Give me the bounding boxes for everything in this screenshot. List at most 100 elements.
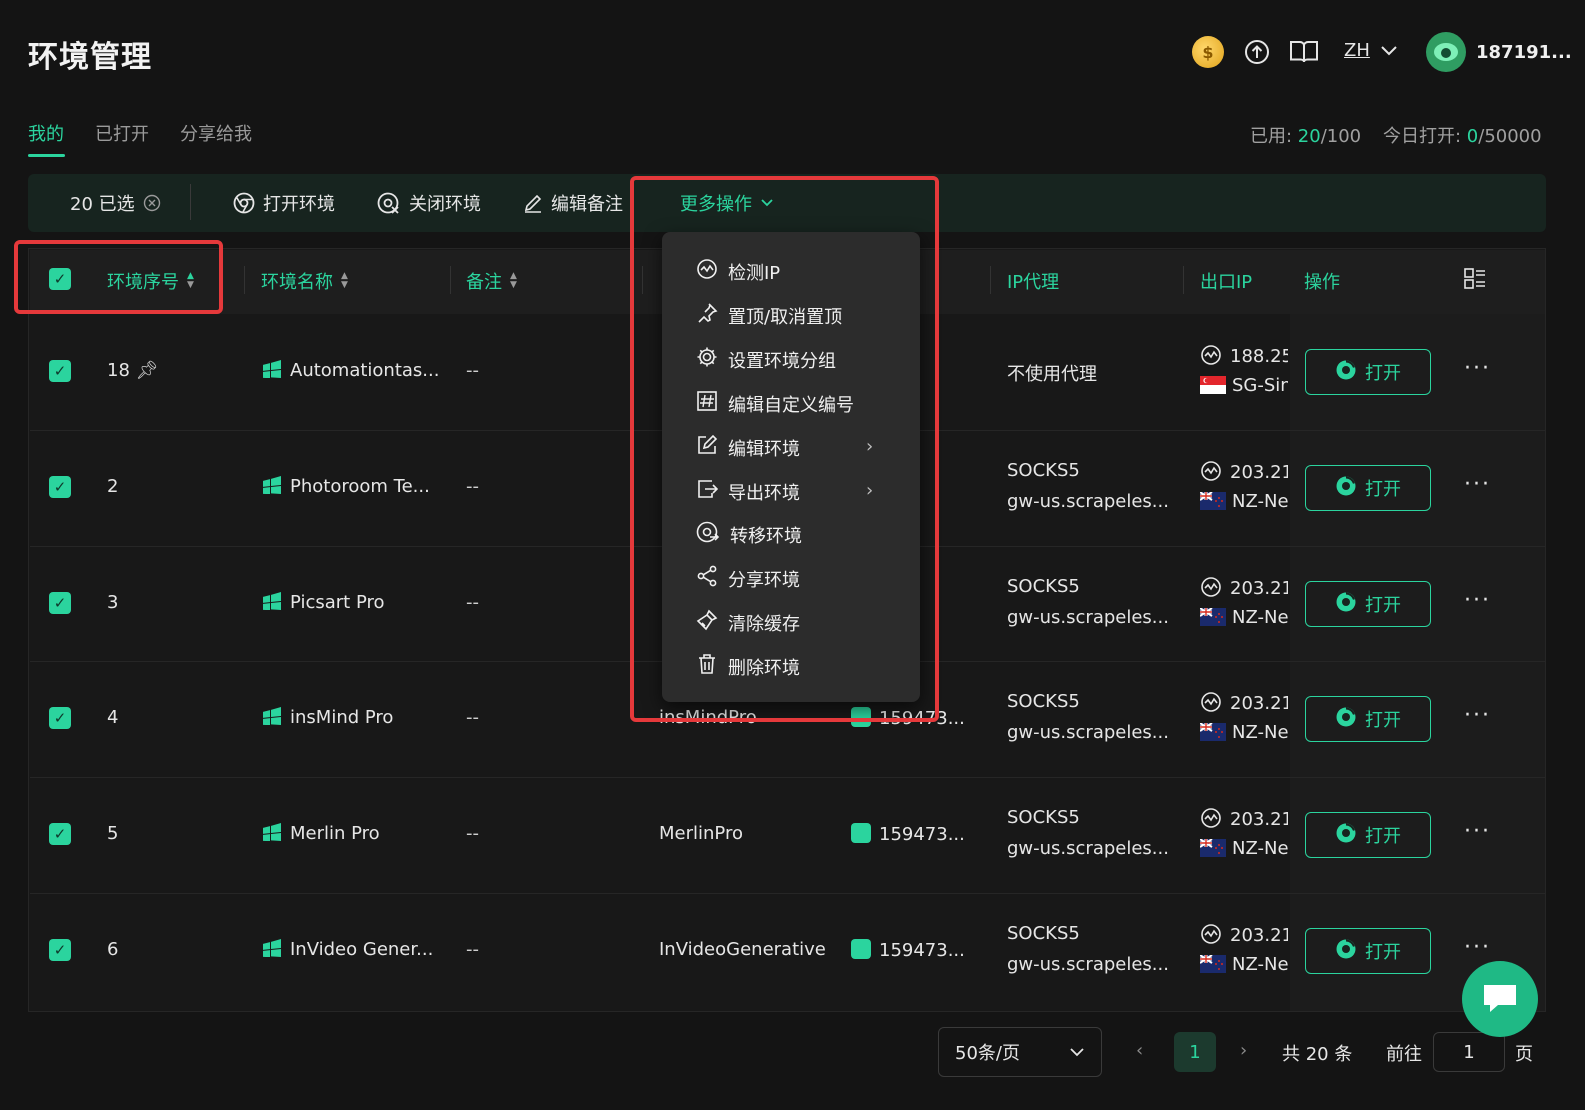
row-name[interactable]: Automationtas... bbox=[262, 360, 439, 381]
column-divider bbox=[244, 266, 245, 294]
edit-note-button[interactable]: 编辑备注 bbox=[523, 190, 623, 216]
sort-icon[interactable]: ▲ ▼ bbox=[510, 272, 517, 290]
row-group-text: 159473... bbox=[879, 824, 965, 845]
upload-icon[interactable] bbox=[1241, 36, 1273, 68]
tab-opened[interactable]: 已打开 bbox=[95, 120, 149, 146]
chat-support-button[interactable] bbox=[1462, 961, 1538, 1037]
open-button-label: 打开 bbox=[1365, 942, 1401, 963]
row-divider bbox=[30, 777, 1545, 778]
row-seq: 18 📌︎ bbox=[107, 360, 159, 381]
row-exit-ip[interactable]: 203.21 bbox=[1200, 691, 1288, 714]
username[interactable]: 187191... bbox=[1476, 42, 1572, 63]
browser-icon bbox=[1335, 475, 1357, 502]
clear-selection-icon[interactable] bbox=[143, 194, 161, 212]
usage-today: 今日打开: 0/50000 bbox=[1383, 122, 1542, 148]
highlight-seq-header bbox=[14, 240, 223, 314]
sort-icon[interactable]: ▲ ▼ bbox=[341, 272, 348, 290]
row-name[interactable]: insMind Pro bbox=[262, 707, 393, 728]
open-button-label: 打开 bbox=[1365, 363, 1401, 384]
goto-page-input[interactable]: 1 bbox=[1433, 1032, 1505, 1072]
row-name[interactable]: Photoroom Te... bbox=[262, 476, 430, 497]
chrome-icon bbox=[233, 192, 255, 214]
open-env-button[interactable]: 打开环境 bbox=[233, 190, 335, 216]
nz-flag-icon bbox=[1200, 607, 1232, 628]
open-button[interactable]: 打开 bbox=[1305, 812, 1431, 858]
row-exit-ip-text: 203.21 bbox=[1230, 925, 1288, 946]
column-exit-ip: 出口IP bbox=[1200, 268, 1252, 294]
row-exit-ip[interactable]: 203.21 bbox=[1200, 460, 1288, 483]
language-selector[interactable]: ZH bbox=[1344, 40, 1398, 61]
usage-today-value: 0 bbox=[1466, 126, 1479, 147]
close-browser-icon bbox=[377, 192, 399, 214]
row-name[interactable]: Merlin Pro bbox=[262, 823, 380, 844]
row-checkbox[interactable]: ✓ bbox=[49, 707, 71, 729]
more-options-icon[interactable]: ··· bbox=[1464, 472, 1491, 497]
column-ip-proxy-label: IP代理 bbox=[1007, 272, 1060, 293]
row-seq-value: 2 bbox=[107, 476, 119, 497]
column-divider bbox=[990, 266, 991, 294]
more-options-icon[interactable]: ··· bbox=[1464, 935, 1491, 960]
row-exit-ip[interactable]: 203.21 bbox=[1200, 807, 1288, 830]
usage-today-label: 今日打开: bbox=[1383, 126, 1467, 147]
open-button[interactable]: 打开 bbox=[1305, 581, 1431, 627]
row-seq: 3 bbox=[107, 592, 118, 613]
row-proxy-type: SOCKS5 bbox=[1007, 460, 1080, 481]
column-settings-icon[interactable] bbox=[1464, 268, 1486, 294]
tab-shared-with-me[interactable]: 分享给我 bbox=[180, 120, 252, 146]
windows-icon bbox=[262, 707, 290, 728]
open-button[interactable]: 打开 bbox=[1305, 696, 1431, 742]
row-name[interactable]: Picsart Pro bbox=[262, 592, 385, 613]
row-seq: 2 bbox=[107, 476, 118, 497]
row-checkbox[interactable]: ✓ bbox=[49, 823, 71, 845]
row-group: 159473... bbox=[851, 823, 965, 845]
more-options-icon[interactable]: ··· bbox=[1464, 819, 1491, 844]
page-size-select[interactable]: 50条/页 bbox=[938, 1027, 1102, 1077]
row-exit-ip-text: 203.21 bbox=[1230, 693, 1288, 714]
more-options-icon[interactable]: ··· bbox=[1464, 703, 1491, 728]
avatar[interactable] bbox=[1426, 32, 1466, 72]
page-size-label: 50条/页 bbox=[955, 1043, 1020, 1064]
chevron-down-icon bbox=[1381, 45, 1397, 55]
column-name[interactable]: 环境名称 ▲ ▼ bbox=[261, 268, 348, 294]
more-options-icon[interactable]: ··· bbox=[1464, 588, 1491, 613]
row-exit-ip-text: 188.25 bbox=[1230, 346, 1288, 367]
open-button[interactable]: 打开 bbox=[1305, 928, 1431, 974]
browser-icon bbox=[1335, 706, 1357, 733]
row-exit-region-text: NZ-Ne bbox=[1232, 722, 1288, 743]
row-proxy-host: gw-us.scrapeles... bbox=[1007, 491, 1169, 512]
book-icon[interactable] bbox=[1288, 36, 1320, 68]
row-checkbox[interactable]: ✓ bbox=[49, 360, 71, 382]
row-name-text: Photoroom Te... bbox=[290, 476, 430, 497]
row-exit-ip[interactable]: 203.21 bbox=[1200, 576, 1288, 599]
column-note[interactable]: 备注 ▲ ▼ bbox=[466, 268, 517, 294]
prev-page-icon[interactable]: ‹ bbox=[1136, 1040, 1143, 1061]
next-page-icon[interactable]: › bbox=[1240, 1040, 1247, 1061]
usage-used-value: 20 bbox=[1297, 126, 1321, 147]
row-exit-ip[interactable]: 203.21 bbox=[1200, 923, 1288, 946]
nz-flag-icon bbox=[1200, 722, 1232, 743]
browser-icon bbox=[1335, 822, 1357, 849]
selected-count[interactable]: 20 已选 bbox=[70, 190, 161, 216]
current-page[interactable]: 1 bbox=[1174, 1032, 1216, 1072]
row-proxy-type: SOCKS5 bbox=[1007, 807, 1080, 828]
tab-mine[interactable]: 我的 bbox=[28, 120, 64, 146]
chat-icon bbox=[1484, 985, 1516, 1012]
row-exit-ip-text: 203.21 bbox=[1230, 578, 1288, 599]
nz-flag-icon bbox=[1200, 491, 1232, 512]
column-divider bbox=[450, 266, 451, 294]
row-checkbox[interactable]: ✓ bbox=[49, 476, 71, 498]
row-checkbox[interactable]: ✓ bbox=[49, 939, 71, 961]
row-checkbox[interactable]: ✓ bbox=[49, 592, 71, 614]
coin-icon[interactable]: $ bbox=[1192, 36, 1224, 68]
open-button[interactable]: 打开 bbox=[1305, 349, 1431, 395]
open-button[interactable]: 打开 bbox=[1305, 465, 1431, 511]
check-ip-icon bbox=[1200, 345, 1230, 367]
group-icon bbox=[851, 939, 871, 959]
row-name[interactable]: InVideo Gener... bbox=[262, 939, 433, 960]
selected-count-label: 20 已选 bbox=[70, 194, 135, 215]
close-env-button[interactable]: 关闭环境 bbox=[377, 190, 481, 216]
column-actions-label: 操作 bbox=[1304, 272, 1340, 293]
more-options-icon[interactable]: ··· bbox=[1464, 356, 1491, 381]
row-exit-region: NZ-Ne bbox=[1200, 954, 1288, 975]
row-exit-ip[interactable]: 188.25 bbox=[1200, 344, 1288, 367]
